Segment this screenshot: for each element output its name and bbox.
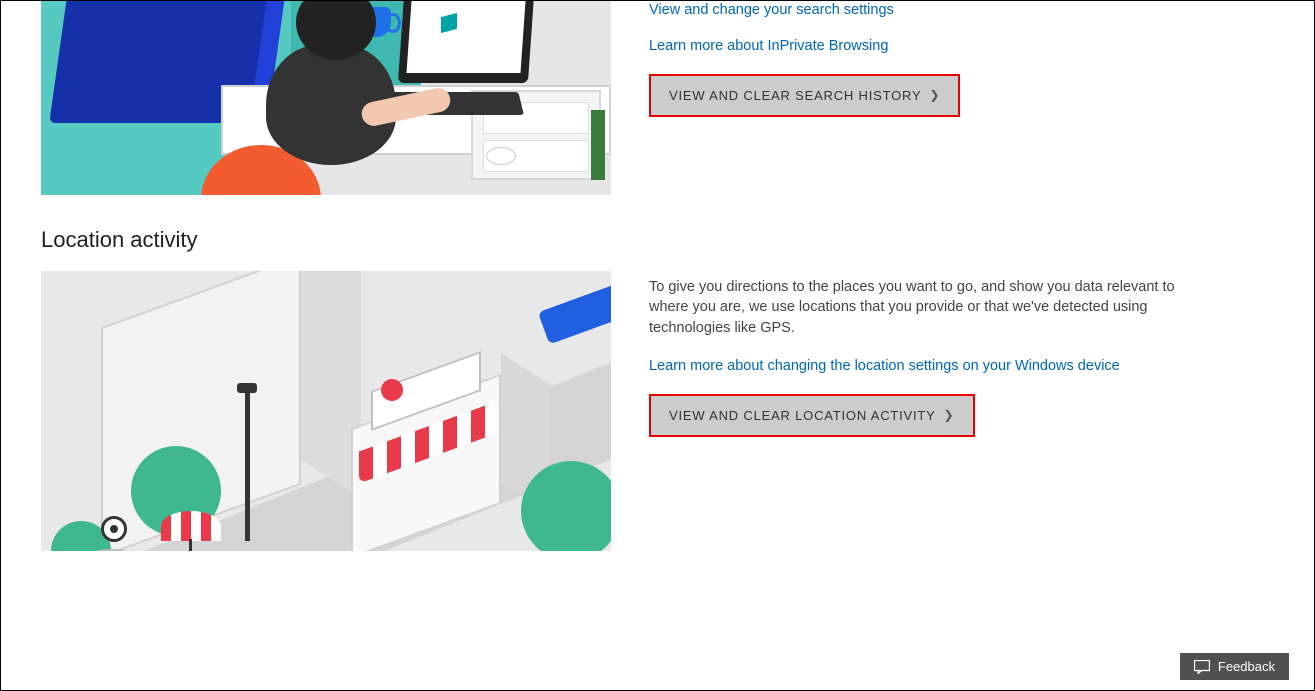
inprivate-browsing-link[interactable]: Learn more about InPrivate Browsing <box>649 38 1209 54</box>
view-clear-search-history-button[interactable]: VIEW AND CLEAR SEARCH HISTORY ❯ <box>649 74 960 117</box>
page-scroll[interactable]: Search history Like othe <box>1 1 1299 689</box>
button-label: VIEW AND CLEAR SEARCH HISTORY <box>669 88 921 103</box>
search-history-illustration <box>41 1 611 195</box>
chat-icon <box>1194 660 1210 674</box>
chevron-right-icon: ❯ <box>929 88 940 102</box>
location-activity-description: To give you directions to the places you… <box>649 277 1209 338</box>
search-settings-link[interactable]: View and change your search settings <box>649 2 1209 18</box>
location-activity-illustration <box>41 271 611 551</box>
chevron-right-icon: ❯ <box>944 408 955 422</box>
view-clear-location-activity-button[interactable]: VIEW AND CLEAR LOCATION ACTIVITY ❯ <box>649 394 975 437</box>
location-settings-link[interactable]: Learn more about changing the location s… <box>649 358 1209 374</box>
section-location-activity: Location activity To give you direc <box>41 227 1259 551</box>
section-search-history: Search history Like othe <box>41 1 1259 195</box>
feedback-label: Feedback <box>1218 659 1275 674</box>
location-activity-heading: Location activity <box>41 227 1259 253</box>
content: Search history Like othe <box>1 1 1299 689</box>
button-label: VIEW AND CLEAR LOCATION ACTIVITY <box>669 408 936 423</box>
feedback-button[interactable]: Feedback <box>1180 653 1289 680</box>
